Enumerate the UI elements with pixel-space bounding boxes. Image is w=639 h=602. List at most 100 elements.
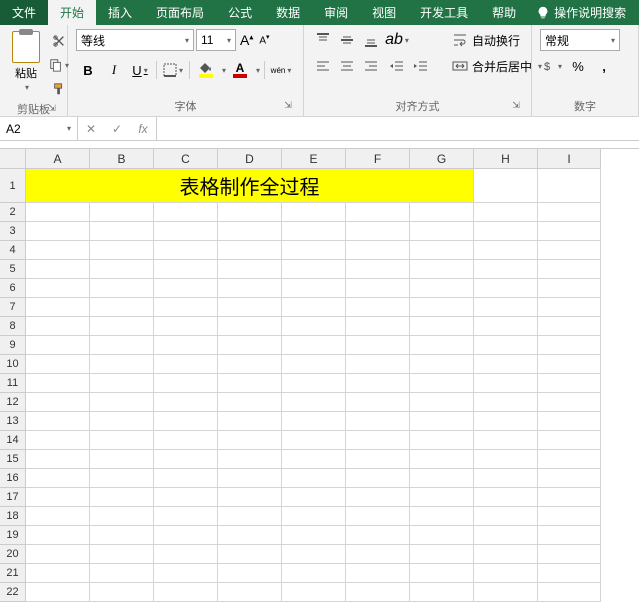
cell-I21[interactable] [538, 564, 601, 583]
cell-C12[interactable] [154, 393, 218, 412]
cell-E20[interactable] [282, 545, 346, 564]
cell-E21[interactable] [282, 564, 346, 583]
tab-data[interactable]: 数据 [264, 0, 312, 25]
cell-D14[interactable] [218, 431, 282, 450]
cell-I13[interactable] [538, 412, 601, 431]
row-header-4[interactable]: 4 [0, 241, 26, 260]
cell-G6[interactable] [410, 279, 474, 298]
row-header-18[interactable]: 18 [0, 507, 26, 526]
row-header-22[interactable]: 22 [0, 583, 26, 602]
cell-G12[interactable] [410, 393, 474, 412]
cell-B7[interactable] [90, 298, 154, 317]
cell-I8[interactable] [538, 317, 601, 336]
cell-C11[interactable] [154, 374, 218, 393]
column-header-A[interactable]: A [26, 149, 90, 169]
phonetic-guide-button[interactable]: wén ▾ [269, 59, 293, 81]
cell-F17[interactable] [346, 488, 410, 507]
cell-G17[interactable] [410, 488, 474, 507]
cell-F2[interactable] [346, 203, 410, 222]
cell-I5[interactable] [538, 260, 601, 279]
cell-A19[interactable] [26, 526, 90, 545]
cell-D16[interactable] [218, 469, 282, 488]
row-header-9[interactable]: 9 [0, 336, 26, 355]
column-header-C[interactable]: C [154, 149, 218, 169]
cell-D17[interactable] [218, 488, 282, 507]
cell-B5[interactable] [90, 260, 154, 279]
cell-B13[interactable] [90, 412, 154, 431]
cell-B20[interactable] [90, 545, 154, 564]
dialog-launcher-icon[interactable]: ⇲ [45, 103, 59, 117]
cell-D13[interactable] [218, 412, 282, 431]
cell-I15[interactable] [538, 450, 601, 469]
cell-C13[interactable] [154, 412, 218, 431]
cell-H20[interactable] [474, 545, 538, 564]
cell-F20[interactable] [346, 545, 410, 564]
cell-C9[interactable] [154, 336, 218, 355]
cell-I18[interactable] [538, 507, 601, 526]
row-header-12[interactable]: 12 [0, 393, 26, 412]
cut-button[interactable] [48, 31, 70, 51]
cell-B8[interactable] [90, 317, 154, 336]
italic-button[interactable]: I [102, 59, 126, 81]
cell-C19[interactable] [154, 526, 218, 545]
cell-D19[interactable] [218, 526, 282, 545]
number-format-select[interactable]: 常规 ▾ [540, 29, 620, 51]
cell-H2[interactable] [474, 203, 538, 222]
cell-A4[interactable] [26, 241, 90, 260]
cell-H7[interactable] [474, 298, 538, 317]
column-header-D[interactable]: D [218, 149, 282, 169]
decrease-indent-button[interactable] [386, 55, 408, 77]
cell-H19[interactable] [474, 526, 538, 545]
row-header-17[interactable]: 17 [0, 488, 26, 507]
cell-E4[interactable] [282, 241, 346, 260]
cell-C18[interactable] [154, 507, 218, 526]
cell-E15[interactable] [282, 450, 346, 469]
cell-G3[interactable] [410, 222, 474, 241]
cell-G2[interactable] [410, 203, 474, 222]
cell-G13[interactable] [410, 412, 474, 431]
copy-button[interactable]: ▾ [48, 55, 70, 75]
format-painter-button[interactable] [48, 79, 70, 99]
cell-B19[interactable] [90, 526, 154, 545]
cell-E7[interactable] [282, 298, 346, 317]
cell-E16[interactable] [282, 469, 346, 488]
cell-D20[interactable] [218, 545, 282, 564]
cell-F21[interactable] [346, 564, 410, 583]
paste-button[interactable]: 粘贴 ▾ [8, 29, 44, 94]
cell-F12[interactable] [346, 393, 410, 412]
cell-I2[interactable] [538, 203, 601, 222]
cell-C14[interactable] [154, 431, 218, 450]
cell-D4[interactable] [218, 241, 282, 260]
cell-C4[interactable] [154, 241, 218, 260]
cell-A20[interactable] [26, 545, 90, 564]
cell-B9[interactable] [90, 336, 154, 355]
cell-G22[interactable] [410, 583, 474, 602]
comma-button[interactable]: , [592, 55, 616, 77]
cell-A18[interactable] [26, 507, 90, 526]
cell-H22[interactable] [474, 583, 538, 602]
column-header-F[interactable]: F [346, 149, 410, 169]
cell-G19[interactable] [410, 526, 474, 545]
cell-E8[interactable] [282, 317, 346, 336]
row-header-10[interactable]: 10 [0, 355, 26, 374]
cell-I1[interactable] [538, 169, 601, 203]
cell-F3[interactable] [346, 222, 410, 241]
cell-A22[interactable] [26, 583, 90, 602]
dialog-launcher-icon[interactable]: ⇲ [281, 100, 295, 114]
cell-E6[interactable] [282, 279, 346, 298]
cell-D5[interactable] [218, 260, 282, 279]
cell-H11[interactable] [474, 374, 538, 393]
cell-I6[interactable] [538, 279, 601, 298]
cell-C8[interactable] [154, 317, 218, 336]
cell-I11[interactable] [538, 374, 601, 393]
row-header-13[interactable]: 13 [0, 412, 26, 431]
cell-A17[interactable] [26, 488, 90, 507]
cell-H3[interactable] [474, 222, 538, 241]
cell-H1[interactable] [474, 169, 538, 203]
cell-F11[interactable] [346, 374, 410, 393]
cell-D15[interactable] [218, 450, 282, 469]
insert-function-button[interactable]: fx [130, 122, 156, 136]
cell-E14[interactable] [282, 431, 346, 450]
chevron-down-icon[interactable]: ▾ [256, 66, 260, 75]
cell-I4[interactable] [538, 241, 601, 260]
